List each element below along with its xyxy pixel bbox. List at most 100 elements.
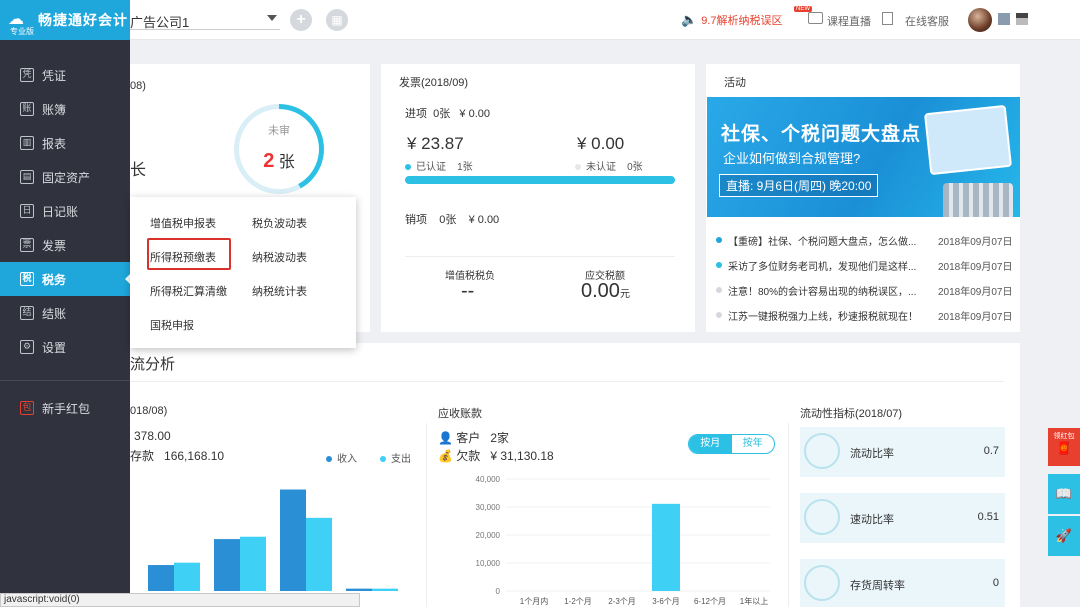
vertical-divider <box>426 423 427 607</box>
social-security-card-image <box>923 104 1013 176</box>
brand-name: 畅捷通好会计 <box>38 12 128 28</box>
book-float-button[interactable]: 📖 <box>1048 474 1080 514</box>
liquidity-row-quick: 速动比率 0.51 <box>800 493 1005 543</box>
period-toggle[interactable]: 按月 按年 <box>688 434 775 454</box>
invoice-icon: 票 <box>20 238 34 252</box>
sidebar-item-label: 新手红包 <box>42 401 91 416</box>
sidebar-item-label: 账簿 <box>42 102 67 117</box>
y-tick-label: 30,000 <box>476 503 501 512</box>
live-course-link[interactable]: 课程直播 <box>827 13 871 29</box>
legend-expense: 支出 <box>380 450 411 465</box>
sidebar-item-label: 报表 <box>42 136 67 151</box>
red-packet-float-button[interactable]: 领红包 🧧 <box>1048 428 1080 466</box>
sidebar-item-fixed-assets[interactable]: ▤ 固定资产 <box>0 160 130 194</box>
owed-row: 💰 欠款 ¥ 31,130.18 <box>438 449 554 463</box>
sidebar-item-promo[interactable]: 包新手红包 <box>0 391 130 425</box>
news-item[interactable]: 采访了多位财务老司机，发现他们是这样... 2018年09月07日 <box>716 258 1016 273</box>
deposit-row: 存款 166,168.10 <box>130 449 225 463</box>
toggle-month[interactable]: 按月 <box>689 435 732 453</box>
sidebar-item-label: 税务 <box>42 272 67 287</box>
chevron-down-icon[interactable] <box>267 15 277 21</box>
rocket-float-button[interactable]: 🚀 <box>1048 516 1080 556</box>
user-menu-icon[interactable] <box>998 13 1010 25</box>
sidebar-item-label: 发票 <box>42 238 67 253</box>
toggle-year[interactable]: 按年 <box>732 435 775 453</box>
uncertified-row: 未认证 0张 <box>575 158 643 173</box>
voucher-icon: 凭 <box>20 68 34 82</box>
sidebar: ☁ 畅捷通好会计 专业版 凭凭证 账账簿 ▥ 报表 ▤ 固定资产 日日记账 票发票 … <box>0 0 130 607</box>
voucher-char: 长 <box>130 162 147 179</box>
grid-icon[interactable]: ▦ <box>326 9 348 31</box>
sidebar-item-journal[interactable]: 日日记账 <box>0 194 130 228</box>
chart-bar <box>372 588 398 591</box>
rocket-icon <box>804 499 840 535</box>
sidebar-item-tax[interactable]: 税税务 <box>0 262 130 296</box>
y-tick-label: 20,000 <box>476 531 501 540</box>
activity-card: 活动 社保、个税问题大盘点 企业如何做到合规管理? 直播: 9月6日(周四) 晚… <box>706 64 1020 332</box>
status-bar-url: javascript:void(0) <box>0 593 360 607</box>
vat-burden-value: -- <box>461 280 475 302</box>
unreviewed-donut[interactable]: 未审 2 张 <box>234 104 324 194</box>
tv-icon[interactable] <box>808 12 823 24</box>
menu-item-national-tax-filing[interactable]: 国税申报 <box>150 317 194 333</box>
income-expense-chart <box>148 489 398 591</box>
avatar[interactable] <box>968 8 992 32</box>
chart-bar <box>346 588 372 591</box>
cashflow-title: 018/08) <box>130 405 168 417</box>
layout-icon[interactable] <box>1016 13 1028 25</box>
feedback-icon[interactable] <box>882 12 893 25</box>
online-service-link[interactable]: 在线客服 <box>905 13 949 29</box>
sidebar-item-close-books[interactable]: 结结账 <box>0 296 130 330</box>
sidebar-item-voucher[interactable]: 凭凭证 <box>0 58 130 92</box>
asset-icon: ▤ <box>20 170 34 184</box>
activity-banner[interactable]: 社保、个税问题大盘点 企业如何做到合规管理? 直播: 9月6日(周四) 晚20:… <box>707 97 1020 217</box>
receivable-title: 应收账款 <box>438 408 482 420</box>
news-item[interactable]: 【重磅】社保、个税问题大盘点，怎么做... 2018年09月07日 <box>716 233 1016 248</box>
chart-bar <box>306 517 332 591</box>
menu-item-vat-return[interactable]: 增值税申报表 <box>150 215 216 231</box>
sidebar-item-settings[interactable]: ⚙ 设置 <box>0 330 130 364</box>
sidebar-item-ledger[interactable]: 账账簿 <box>0 92 130 126</box>
sidebar-divider <box>0 380 130 381</box>
menu-item-annual-income-tax[interactable]: 所得税汇算清缴 <box>150 283 227 299</box>
close-books-icon: 结 <box>20 306 34 320</box>
journal-icon: 日 <box>20 204 34 218</box>
person-icon: 👤 <box>438 431 453 445</box>
menu-item-tax-statistics[interactable]: 纳税统计表 <box>252 283 307 299</box>
y-tick-label: 0 <box>496 587 501 596</box>
uncertified-amount: ¥ 0.00 <box>577 134 625 153</box>
liquidity-row-current: 流动比率 0.7 <box>800 427 1005 477</box>
analysis-divider <box>130 381 1004 382</box>
coins-image <box>943 183 1013 217</box>
menu-item-tax-payment-fluctuation[interactable]: 纳税波动表 <box>252 249 307 265</box>
news-item[interactable]: 注意！80%的会计容易出现的纳税误区，... 2018年09月07日 <box>716 283 1016 298</box>
certified-dot <box>405 164 411 171</box>
news-item[interactable]: 江苏一键报税强力上线，秒速报税就现在！ 2018年09月07日 <box>716 308 1016 323</box>
liquidity-row-inventory: 存货周转率 0 <box>800 559 1005 607</box>
uncertified-dot <box>575 164 581 171</box>
menu-item-tax-burden-fluctuation[interactable]: 税负波动表 <box>252 215 307 231</box>
tax-misconception-link[interactable]: 🔈 9.7解析纳税误区 <box>681 12 782 28</box>
x-tick-label: 2-3个月 <box>608 597 636 606</box>
sidebar-nav: 凭凭证 账账簿 ▥ 报表 ▤ 固定资产 日日记账 票发票 税税务 结结账 ⚙ 设置 包… <box>0 58 130 425</box>
x-tick-label: 3-6个月 <box>652 597 680 606</box>
company-select[interactable]: 广告公司1 <box>130 12 280 30</box>
output-invoice-row: 销项 0张 ¥ 0.00 <box>405 214 500 226</box>
x-tick-label: 1个月内 <box>520 596 548 606</box>
add-icon[interactable]: + <box>290 9 312 31</box>
chart-bar <box>174 562 200 591</box>
bullet-dot <box>716 262 722 268</box>
sidebar-item-invoice[interactable]: 票发票 <box>0 228 130 262</box>
voucher-card-title: 08) <box>130 80 146 92</box>
sidebar-item-reports[interactable]: ▥ 报表 <box>0 126 130 160</box>
liquidity-title: 流动性指标(2018/07) <box>800 408 903 420</box>
x-tick-label: 1-2个月 <box>564 597 592 606</box>
vertical-divider <box>788 423 789 607</box>
certified-amount: ¥ 23.87 <box>407 134 464 153</box>
brand[interactable]: ☁ 畅捷通好会计 专业版 <box>0 0 130 40</box>
red-packet-icon: 包 <box>20 401 34 415</box>
invoice-divider <box>405 256 675 257</box>
banner-live-time: 直播: 9月6日(周四) 晚20:00 <box>719 174 879 197</box>
settings-icon: ⚙ <box>20 340 34 354</box>
gift-icon: 🧧 <box>1056 441 1072 455</box>
